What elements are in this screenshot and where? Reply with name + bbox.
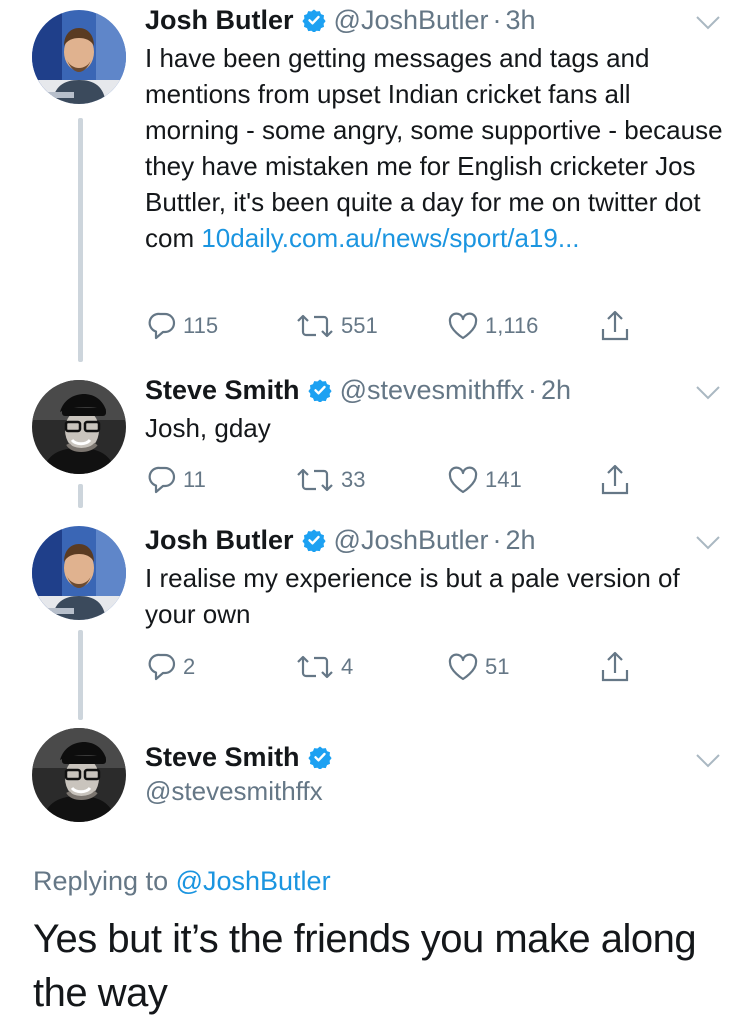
retweet-count: 4 [341,654,354,679]
author-name[interactable]: Steve Smith [145,374,300,406]
share-icon [600,309,630,343]
tweet-actions: 2 4 51 [145,652,705,688]
tweet-text: Josh, gday [145,410,725,446]
author-handle[interactable]: @JoshButler [334,4,489,36]
author-name[interactable]: Steve Smith [145,741,300,773]
heart-icon [447,465,479,495]
verified-badge-icon [308,745,332,769]
like-count: 51 [485,654,510,679]
author-name[interactable]: Josh Butler [145,524,294,556]
replying-to: Replying to @JoshButler [33,866,331,897]
retweet-icon [295,311,335,341]
tweet-actions: 11 33 141 [145,465,705,501]
chevron-down-icon[interactable] [696,754,720,768]
retweet-button[interactable]: 33 [295,465,365,495]
tweet-header: Steve Smith @stevesmithffx · 2h [145,374,571,406]
reply-count: 115 [183,313,219,338]
main-tweet-text: Yes but it’s the friends you make along … [33,917,697,1015]
timestamp[interactable]: 3h [506,4,536,36]
retweet-icon [295,652,335,682]
josh-avatar[interactable] [32,526,126,620]
retweet-count: 551 [341,313,378,338]
chevron-down-icon[interactable] [696,536,720,550]
steve-avatar[interactable] [32,380,126,474]
share-icon [600,463,630,497]
separator-dot: · [492,5,502,35]
like-button[interactable]: 1,116 [447,311,538,341]
retweet-button[interactable]: 551 [295,311,378,341]
share-button[interactable] [600,463,630,497]
replying-mention[interactable]: @JoshButler [176,866,331,896]
verified-badge-icon [302,8,326,32]
reply-count: 11 [183,467,206,492]
thread-line [78,630,83,720]
like-count: 141 [485,467,522,492]
share-icon [600,650,630,684]
thread-line [78,118,83,362]
tweet-text-content: I realise my experience is but a pale ve… [145,563,680,629]
share-button[interactable] [600,650,630,684]
tweet-text-content: Josh, gday [145,413,271,443]
reply-button[interactable]: 11 [147,465,206,495]
chevron-down-icon[interactable] [696,386,720,400]
author-name[interactable]: Josh Butler [145,4,294,36]
reply-icon [147,311,177,341]
author-handle[interactable]: @stevesmithffx [145,776,323,807]
like-button[interactable]: 141 [447,465,522,495]
reply-count: 2 [183,654,196,679]
heart-icon [447,652,479,682]
like-count: 1,116 [485,313,539,338]
reply-icon [147,465,177,495]
verified-badge-icon [308,378,332,402]
timestamp[interactable]: 2h [506,524,536,556]
retweet-icon [295,465,335,495]
retweet-button[interactable]: 4 [295,652,353,682]
verified-badge-icon [302,528,326,552]
reply-button[interactable]: 2 [147,652,195,682]
author-handle[interactable]: @JoshButler [334,524,489,556]
thread-line [78,484,83,508]
steve-avatar[interactable] [32,728,126,822]
reply-icon [147,652,177,682]
timestamp[interactable]: 2h [541,374,571,406]
josh-avatar[interactable] [32,10,126,104]
tweet-header: Steve Smith [145,741,340,773]
reply-button[interactable]: 115 [147,311,218,341]
tweet-text: I realise my experience is but a pale ve… [145,560,725,632]
tweet-header: Josh Butler @JoshButler · 3h [145,4,536,36]
tweet-text-content: I have been getting messages and tags an… [145,43,723,253]
share-button[interactable] [600,309,630,343]
chevron-down-icon[interactable] [696,16,720,30]
separator-dot: · [528,375,538,405]
replying-prefix: Replying to [33,866,176,896]
tweet-actions: 115 551 1,116 [145,311,705,347]
tweet-text: I have been getting messages and tags an… [145,40,725,256]
author-handle[interactable]: @stevesmithffx [340,374,524,406]
heart-icon [447,311,479,341]
retweet-count: 33 [341,467,366,492]
tweet-header: Josh Butler @JoshButler · 2h [145,524,536,556]
separator-dot: · [492,525,502,555]
like-button[interactable]: 51 [447,652,509,682]
tweet-link[interactable]: 10daily.com.au/news/sport/a19... [201,223,579,253]
